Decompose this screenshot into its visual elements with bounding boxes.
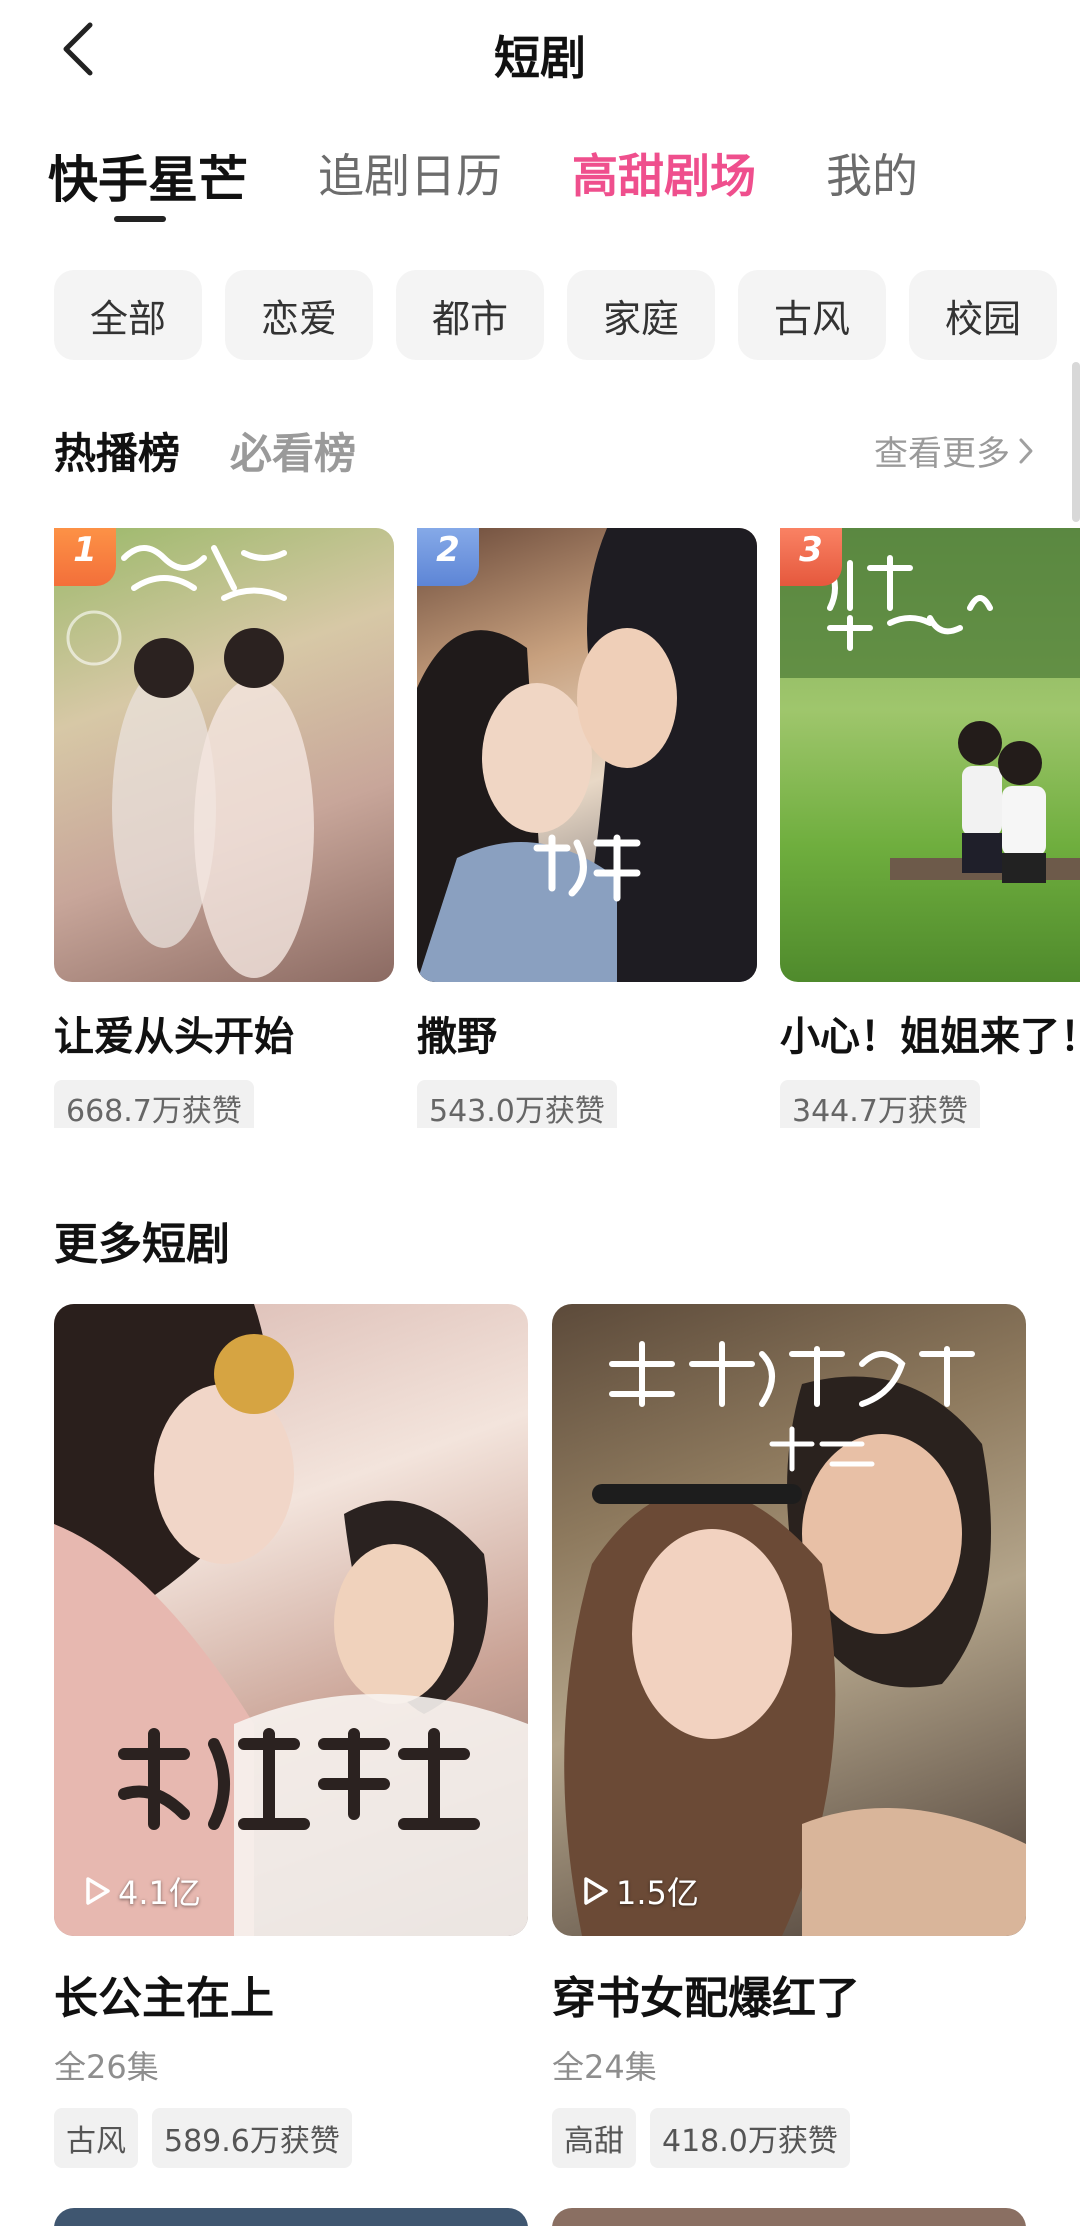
section-title: 更多短剧 bbox=[54, 1219, 230, 1270]
episode-count: 全26集 bbox=[54, 2048, 159, 2086]
drama-card[interactable]: 4.1亿 长公主在上 全26集 古风 589.6万获赞 bbox=[54, 1304, 528, 2168]
drama-title: 长公主在上 bbox=[54, 1973, 274, 2024]
drama-title: 小心！姐姐来了！ bbox=[780, 1014, 1080, 1060]
rank-badge: 1 bbox=[54, 528, 116, 586]
play-icon bbox=[86, 1877, 110, 1905]
next-row-preview bbox=[54, 2208, 1080, 2226]
likes-tag: 418.0万获赞 bbox=[650, 2108, 850, 2168]
play-count-label: 1.5亿 bbox=[616, 1874, 699, 1912]
drama-title: 撒野 bbox=[417, 1014, 497, 1060]
poster-image bbox=[780, 528, 1080, 982]
likes-tag: 589.6万获赞 bbox=[152, 2108, 352, 2168]
short-drama-page: 短剧 快手星芒 追剧日历 高甜剧场 我的 全部 恋爱 都市 家庭 古风 校园 热… bbox=[0, 0, 1080, 2226]
tab-kuaishou-xingmang[interactable]: 快手星芒 bbox=[48, 140, 248, 212]
drama-card[interactable]: 1.5亿 穿书女配爆红了 全24集 高甜 418.0万获赞 bbox=[552, 1304, 1026, 2168]
see-more-link[interactable]: 查看更多 bbox=[874, 426, 1034, 475]
ranking-carousel[interactable]: 1 让爱从头开始 668.7万获赞 2 撒野 543.0万获赞 3 小心！姐姐来… bbox=[54, 528, 1080, 1128]
chip-campus[interactable]: 校园 bbox=[909, 270, 1057, 360]
genre-tag[interactable]: 古风 bbox=[54, 2108, 138, 2168]
play-icon bbox=[584, 1877, 608, 1905]
chip-romance[interactable]: 恋爱 bbox=[225, 270, 373, 360]
drama-title: 穿书女配爆红了 bbox=[552, 1973, 860, 2024]
poster-image bbox=[417, 528, 757, 982]
rank-badge: 2 bbox=[417, 528, 479, 586]
see-more-label: 查看更多 bbox=[874, 434, 1010, 474]
drama-title: 让爱从头开始 bbox=[54, 1014, 294, 1060]
poster-image: 1.5亿 bbox=[552, 1304, 1026, 1936]
episode-count: 全24集 bbox=[552, 2048, 657, 2086]
tab-mine[interactable]: 我的 bbox=[826, 140, 918, 206]
chevron-right-icon bbox=[1019, 438, 1033, 463]
chip-urban[interactable]: 都市 bbox=[396, 270, 544, 360]
tag-row: 古风 589.6万获赞 bbox=[54, 2108, 528, 2168]
poster-image[interactable] bbox=[552, 2208, 1026, 2226]
genre-tag[interactable]: 高甜 bbox=[552, 2108, 636, 2168]
tab-drama-calendar[interactable]: 追剧日历 bbox=[318, 140, 502, 206]
likes-tag: 543.0万获赞 bbox=[417, 1080, 617, 1128]
chip-ancient[interactable]: 古风 bbox=[738, 270, 886, 360]
top-bar: 短剧 bbox=[0, 0, 1080, 110]
tab-hot-list[interactable]: 热播榜 bbox=[54, 420, 180, 481]
tag-row: 高甜 418.0万获赞 bbox=[552, 2108, 1026, 2168]
tab-must-watch[interactable]: 必看榜 bbox=[230, 420, 356, 481]
poster-image[interactable] bbox=[54, 2208, 528, 2226]
ranking-card[interactable]: 2 撒野 543.0万获赞 bbox=[417, 528, 757, 1128]
likes-tag: 344.7万获赞 bbox=[780, 1080, 980, 1128]
play-count-label: 4.1亿 bbox=[118, 1874, 201, 1912]
play-count: 1.5亿 bbox=[582, 1868, 699, 1914]
rank-badge: 3 bbox=[780, 528, 842, 586]
chip-all[interactable]: 全部 bbox=[54, 270, 202, 360]
poster-image: 4.1亿 bbox=[54, 1304, 528, 1936]
ranking-card[interactable]: 1 让爱从头开始 668.7万获赞 bbox=[54, 528, 394, 1128]
page-title: 短剧 bbox=[494, 31, 586, 85]
play-count: 4.1亿 bbox=[84, 1868, 201, 1914]
scrollbar[interactable] bbox=[1072, 362, 1080, 522]
ranking-card[interactable]: 3 小心！姐姐来了！ 344.7万获赞 bbox=[780, 528, 1080, 1128]
poster-image bbox=[54, 528, 394, 982]
category-chips: 全部 恋爱 都市 家庭 古风 校园 bbox=[54, 270, 1080, 360]
chip-family[interactable]: 家庭 bbox=[567, 270, 715, 360]
top-tabs: 快手星芒 追剧日历 高甜剧场 我的 bbox=[48, 140, 988, 230]
likes-tag: 668.7万获赞 bbox=[54, 1080, 254, 1128]
tab-sweet-theater[interactable]: 高甜剧场 bbox=[572, 140, 756, 206]
ranking-header: 热播榜 必看榜 查看更多 bbox=[54, 420, 1034, 480]
active-tab-indicator bbox=[114, 216, 166, 222]
